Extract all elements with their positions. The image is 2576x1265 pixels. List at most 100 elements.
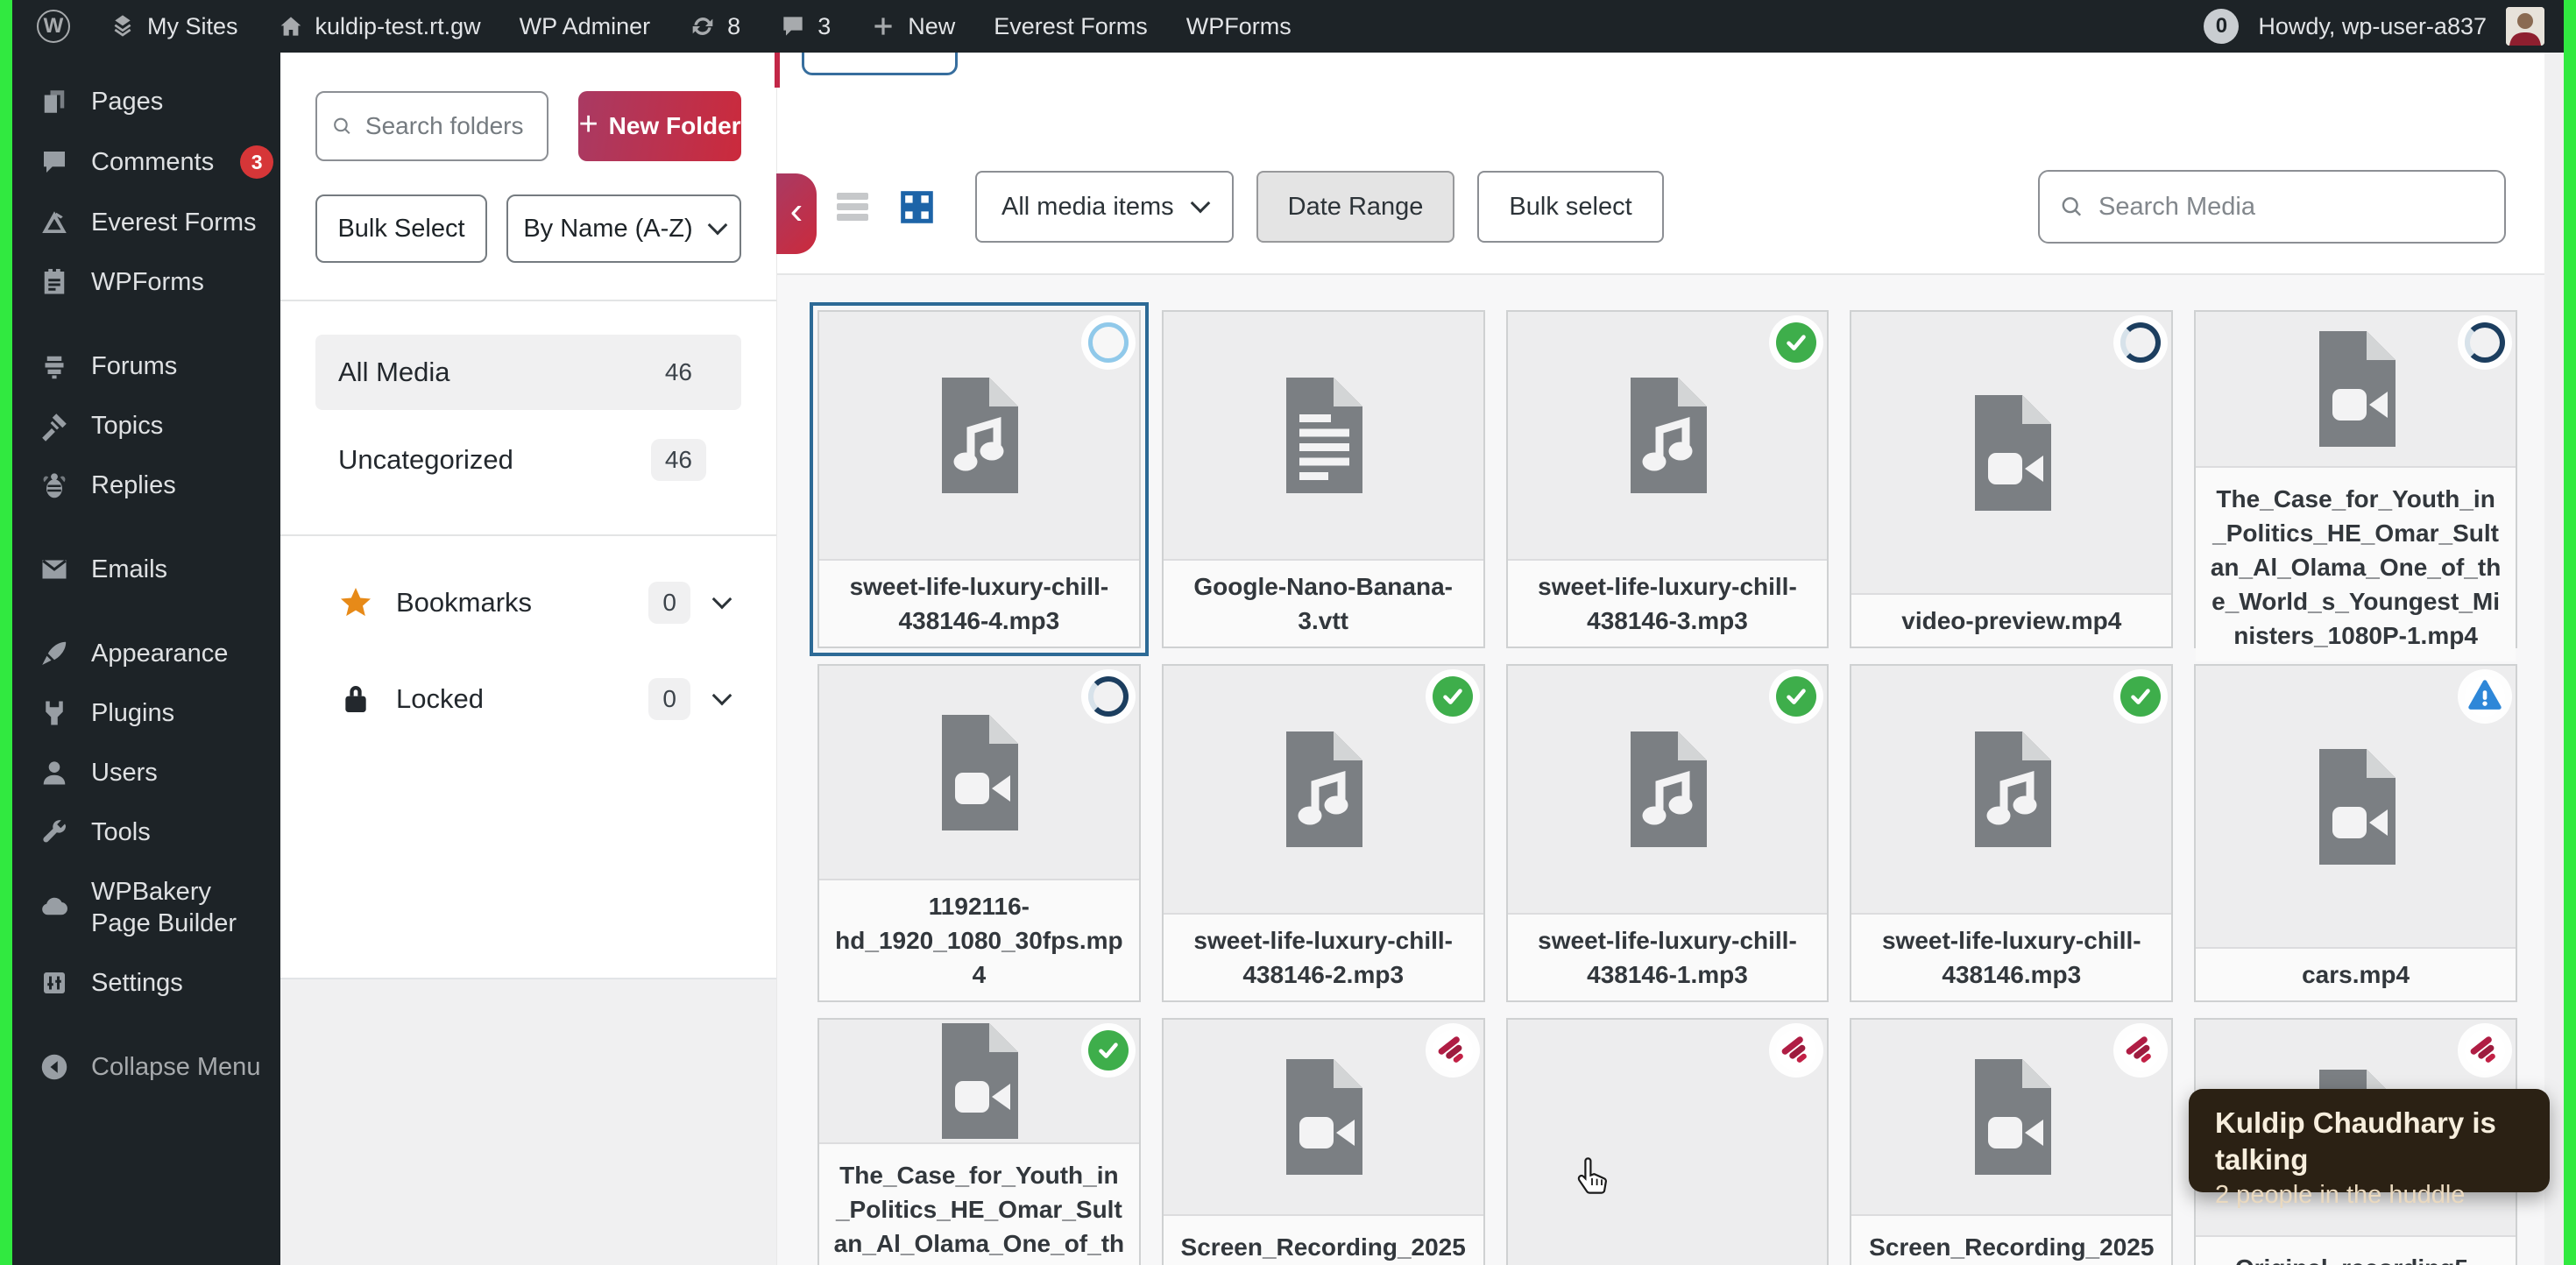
- media-tile[interactable]: sweet-life-luxury-chill-438146-2.mp3: [1162, 664, 1485, 1002]
- media-tile[interactable]: Screen_Recording_2025-12-30_at_6.42.53_P…: [1850, 1018, 2173, 1265]
- transcoder-badge-icon[interactable]: [1433, 1030, 1473, 1071]
- sidebar-item-wpbakery-page-builder[interactable]: WPBakery Page Builder: [12, 862, 280, 953]
- sidebar-item-topics[interactable]: Topics: [12, 396, 280, 456]
- selected-check-icon[interactable]: [1776, 322, 1816, 363]
- chevron-down-icon[interactable]: [712, 686, 732, 706]
- admin-bar-item-wordpress-logo[interactable]: W: [37, 10, 70, 43]
- grid-view-button[interactable]: [896, 187, 937, 227]
- notification-count-badge[interactable]: 0: [2204, 9, 2239, 44]
- divider: [280, 534, 776, 536]
- admin-bar-item-new[interactable]: New: [869, 12, 955, 40]
- media-tile[interactable]: sweet-life-luxury-chill-438146.mp3: [1850, 664, 2173, 1002]
- progress-ring-icon[interactable]: [2465, 322, 2505, 363]
- sidebar-item-tools[interactable]: Tools: [12, 802, 280, 862]
- folders-bulk-select-button[interactable]: Bulk Select: [315, 194, 487, 263]
- folder-row-all-media[interactable]: All Media46: [315, 335, 741, 410]
- media-tile[interactable]: Screen_Recording_2025-12-30_at_6.21.41_P…: [1162, 1018, 1485, 1265]
- selected-check-icon[interactable]: [1776, 676, 1816, 717]
- media-tile-thumbnail: [2196, 312, 2516, 466]
- sidebar-item-everest-forms[interactable]: Everest Forms: [12, 193, 280, 252]
- audio-file-icon: [1602, 724, 1733, 855]
- collapse-folders-panel-button[interactable]: ‹: [776, 173, 817, 254]
- sidebar-item-label: Forums: [91, 350, 177, 382]
- sidebar-item-forums[interactable]: Forums: [12, 336, 280, 396]
- sidebar-item-label: Collapse Menu: [91, 1051, 260, 1083]
- admin-bar-item-3[interactable]: 3: [779, 12, 831, 40]
- sidebar-item-emails[interactable]: Emails: [12, 540, 280, 599]
- admin-bar-item-wpforms[interactable]: WPForms: [1186, 13, 1292, 40]
- media-tile[interactable]: Google-Nano-Banana-3.vtt: [1162, 310, 1485, 648]
- sidebar-item-label: Settings: [91, 967, 183, 999]
- settings-icon: [39, 967, 70, 999]
- folders-sort-dropdown[interactable]: By Name (A-Z): [506, 194, 741, 263]
- list-view-button[interactable]: [832, 186, 874, 228]
- folder-row-uncategorized[interactable]: Uncategorized46: [315, 422, 741, 498]
- avatar[interactable]: [2506, 7, 2544, 46]
- wordpress-logo-icon: W: [37, 10, 70, 43]
- special-row-locked[interactable]: Locked0: [315, 664, 741, 734]
- transcoder-badge-icon[interactable]: [2120, 1030, 2161, 1071]
- admin-bar-item-8[interactable]: 8: [689, 12, 740, 40]
- new-folder-button[interactable]: + New Folder: [578, 91, 741, 161]
- search-media-input[interactable]: [2098, 193, 2485, 222]
- audio-file-icon: [1257, 724, 1389, 855]
- admin-bar-right: 0 Howdy, wp-user-a837: [2204, 7, 2564, 46]
- screen-share-border-left: [0, 0, 12, 1265]
- media-tile-filename: cars.mp4: [2196, 947, 2516, 1000]
- admin-bar-item-my-sites[interactable]: My Sites: [109, 12, 238, 40]
- tools-icon: [39, 816, 70, 848]
- sidebar-item-replies[interactable]: Replies: [12, 456, 280, 515]
- media-tile[interactable]: sweet-life-luxury-chill-438146-3.mp3: [1506, 310, 1829, 648]
- search-folders-input[interactable]: [365, 112, 533, 140]
- date-range-button[interactable]: Date Range: [1256, 171, 1455, 243]
- media-tile-thumbnail: [1851, 312, 2171, 593]
- media-tile[interactable]: sweet-life-luxury-chill-438146-1.mp3: [1506, 664, 1829, 1002]
- special-row-label: Locked: [396, 683, 648, 715]
- progress-ring-icon[interactable]: [1088, 676, 1129, 717]
- sidebar-item-settings[interactable]: Settings: [12, 953, 280, 1013]
- folder-list: All Media46 Uncategorized46: [315, 335, 741, 498]
- media-tile-thumbnail: [1164, 312, 1483, 559]
- selected-check-icon[interactable]: [2120, 676, 2161, 717]
- sidebar-item-label: Appearance: [91, 638, 228, 669]
- sidebar-item-comments[interactable]: Comments3: [12, 131, 280, 193]
- media-tile[interactable]: cars.mp4: [2194, 664, 2517, 1002]
- lock-icon: [338, 682, 373, 717]
- special-row-bookmarks[interactable]: Bookmarks0: [315, 568, 741, 638]
- huddle-notification: Kuldip Chaudhary is talking 2 people in …: [2189, 1089, 2550, 1192]
- media-tile[interactable]: video-preview.mp4: [1850, 310, 2173, 648]
- warning-badge-icon[interactable]: [2465, 676, 2505, 717]
- admin-bar-item-kuldip-test-rt-gw[interactable]: kuldip-test.rt.gw: [277, 12, 481, 40]
- bulk-select-button[interactable]: Bulk select: [1477, 171, 1663, 243]
- sidebar-item-label: Comments: [91, 146, 214, 178]
- sidebar-item-users[interactable]: Users: [12, 743, 280, 802]
- sidebar-item-appearance[interactable]: Appearance: [12, 624, 280, 683]
- comments-icon: [39, 146, 70, 178]
- admin-bar-item-everest-forms[interactable]: Everest Forms: [994, 13, 1148, 40]
- home-icon: [277, 12, 305, 40]
- media-tile[interactable]: [1506, 1018, 1829, 1265]
- media-tile[interactable]: The_Case_for_Youth_in_Politics_HE_Omar_S…: [2194, 310, 2517, 648]
- progress-ring-icon[interactable]: [2120, 322, 2161, 363]
- transcoder-badge-icon[interactable]: [1776, 1030, 1816, 1071]
- media-tile[interactable]: 1192116-hd_1920_1080_30fps.mp4: [817, 664, 1141, 1002]
- media-tile[interactable]: The_Case_for_Youth_in_Politics_HE_Omar_S…: [817, 1018, 1141, 1265]
- plus-icon: [869, 12, 897, 40]
- media-tile-thumbnail: [1851, 666, 2171, 913]
- chevron-down-icon[interactable]: [712, 590, 732, 610]
- sidebar-item-wpforms[interactable]: WPForms: [12, 252, 280, 312]
- media-tile[interactable]: sweet-life-luxury-chill-438146-4.mp3: [817, 310, 1141, 648]
- admin-bar-item-wp-adminer[interactable]: WP Adminer: [520, 13, 651, 40]
- sidebar-item-collapse-menu[interactable]: Collapse Menu: [12, 1037, 280, 1097]
- sidebar-item-pages[interactable]: Pages: [12, 72, 280, 131]
- video-file-icon: [913, 707, 1044, 838]
- admin-bar-item-label: My Sites: [147, 13, 238, 40]
- select-circle-icon[interactable]: [1088, 322, 1129, 363]
- audio-file-icon: [913, 370, 1044, 501]
- media-type-filter-dropdown[interactable]: All media items: [975, 171, 1234, 243]
- howdy-account-link[interactable]: Howdy, wp-user-a837: [2258, 13, 2487, 40]
- transcoder-badge-icon[interactable]: [2465, 1030, 2505, 1071]
- selected-check-icon[interactable]: [1433, 676, 1473, 717]
- sidebar-item-plugins[interactable]: Plugins: [12, 683, 280, 743]
- selected-check-icon[interactable]: [1088, 1030, 1129, 1071]
